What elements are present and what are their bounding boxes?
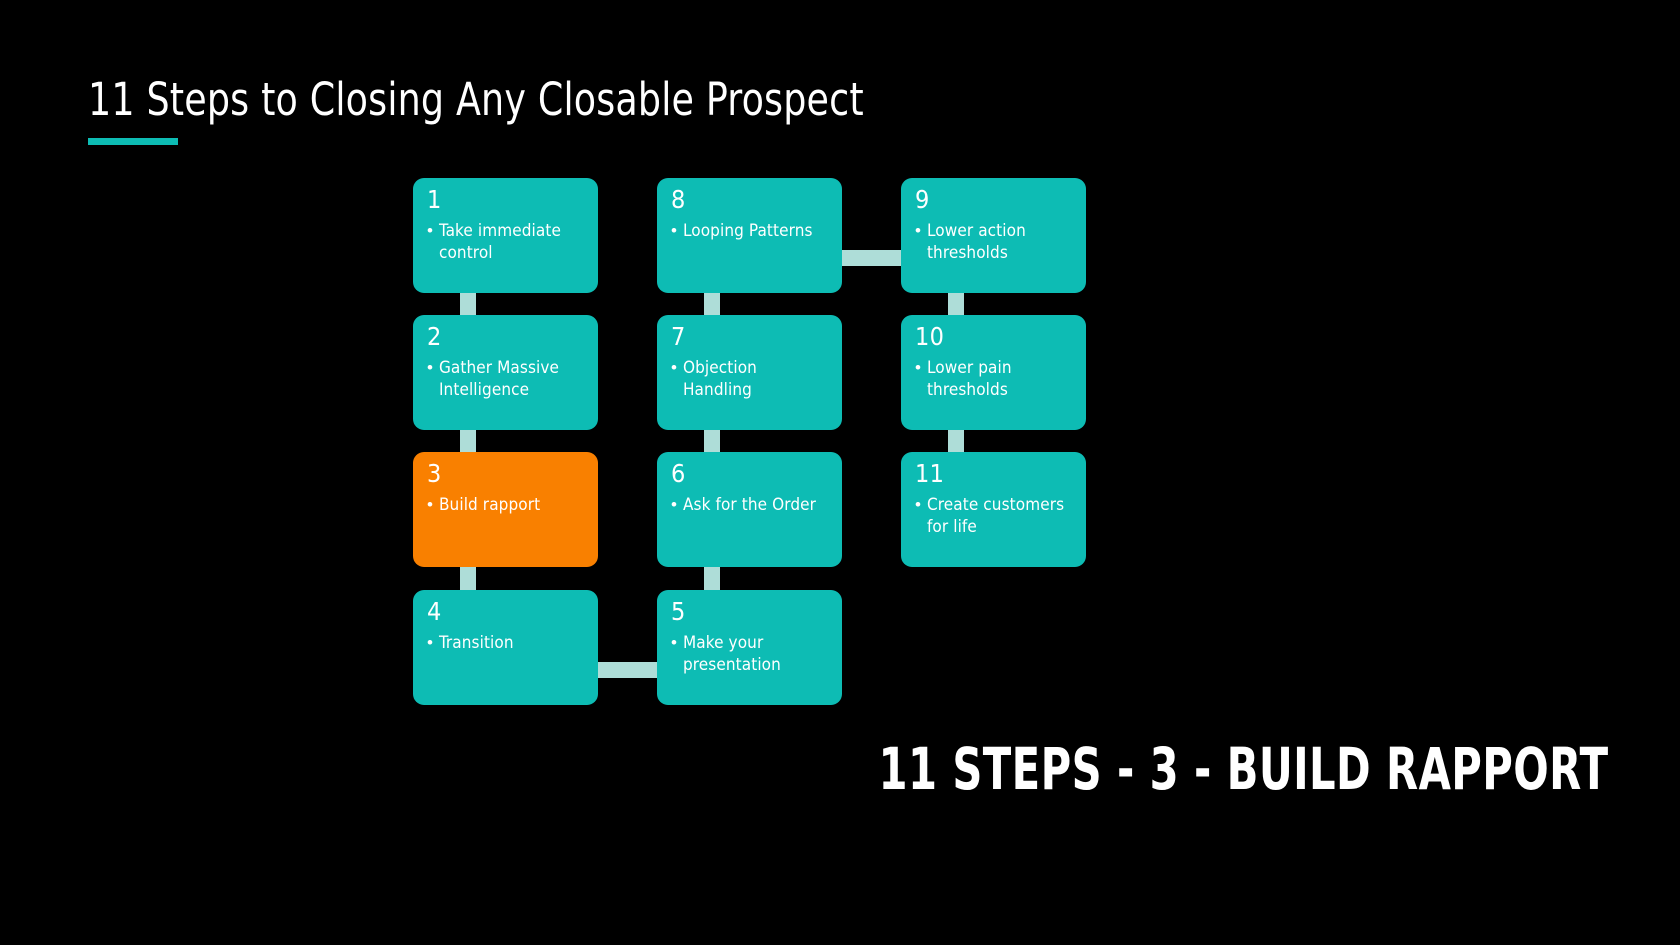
step-number: 2 (427, 322, 442, 351)
step-label: Make your presentation (682, 633, 781, 675)
step-node-11[interactable]: 11 • Create customers for life (901, 452, 1086, 567)
step-number: 5 (671, 597, 686, 626)
step-number: 3 (427, 459, 442, 488)
bullet-icon: • (427, 495, 433, 514)
bullet-icon: • (915, 221, 921, 240)
bullet-icon: • (427, 633, 433, 652)
step-number: 8 (671, 185, 686, 214)
bullet-icon: • (915, 358, 921, 377)
bullet-icon: • (671, 633, 677, 652)
step-node-2[interactable]: 2 • Gather Massive Intelligence (413, 315, 598, 430)
title-block: 11 Steps to Closing Any Closable Prospec… (88, 73, 1188, 145)
step-node-6[interactable]: 6 • Ask for the Order (657, 452, 842, 567)
step-label: Create customers for life (926, 495, 1065, 537)
step-number: 6 (671, 459, 686, 488)
step-body: • Looping Patterns (671, 220, 830, 242)
step-label: Build rapport (438, 495, 541, 515)
step-body: • Make your presentation (671, 632, 830, 676)
bullet-icon: • (671, 495, 677, 514)
step-label: Ask for the Order (682, 495, 817, 515)
step-number: 9 (915, 185, 930, 214)
step-node-10[interactable]: 10 • Lower pain thresholds (901, 315, 1086, 430)
step-label: Lower pain thresholds (926, 358, 1012, 400)
step-body: • Ask for the Order (671, 494, 830, 516)
bullet-icon: • (915, 495, 921, 514)
step-node-3[interactable]: 3 • Build rapport (413, 452, 598, 567)
step-number: 11 (915, 459, 945, 488)
step-body: • Objection Handling (671, 357, 830, 401)
step-label: Looping Patterns (682, 221, 813, 241)
slide-canvas: 11 Steps to Closing Any Closable Prospec… (0, 0, 1680, 945)
step-number: 1 (427, 185, 442, 214)
step-body: • Lower action thresholds (915, 220, 1074, 264)
step-node-5[interactable]: 5 • Make your presentation (657, 590, 842, 705)
page-title: 11 Steps to Closing Any Closable Prospec… (88, 73, 864, 126)
step-label: Gather Massive Intelligence (438, 358, 560, 400)
step-label: Take immediate control (438, 221, 561, 263)
connector-8-to-9 (838, 250, 905, 266)
slide-footer-caption: 11 STEPS - 3 - BUILD RAPPORT (878, 735, 1608, 803)
bullet-icon: • (427, 358, 433, 377)
step-label: Transition (438, 633, 514, 653)
step-body: • Transition (427, 632, 586, 654)
step-node-7[interactable]: 7 • Objection Handling (657, 315, 842, 430)
step-label: Lower action thresholds (926, 221, 1026, 263)
connector-4-to-5 (594, 662, 661, 678)
step-body: • Take immediate control (427, 220, 586, 264)
step-body: • Build rapport (427, 494, 586, 516)
step-node-8[interactable]: 8 • Looping Patterns (657, 178, 842, 293)
bullet-icon: • (671, 358, 677, 377)
bullet-icon: • (427, 221, 433, 240)
step-body: • Gather Massive Intelligence (427, 357, 586, 401)
step-number: 10 (915, 322, 945, 351)
step-number: 4 (427, 597, 442, 626)
step-label: Objection Handling (682, 358, 757, 400)
title-underline-accent (88, 138, 178, 145)
step-body: • Lower pain thresholds (915, 357, 1074, 401)
bullet-icon: • (671, 221, 677, 240)
step-node-9[interactable]: 9 • Lower action thresholds (901, 178, 1086, 293)
step-node-4[interactable]: 4 • Transition (413, 590, 598, 705)
step-number: 7 (671, 322, 686, 351)
step-body: • Create customers for life (915, 494, 1074, 538)
flow-diagram: 1 • Take immediate control 2 • Gather Massive… (413, 178, 1093, 708)
step-node-1[interactable]: 1 • Take immediate control (413, 178, 598, 293)
